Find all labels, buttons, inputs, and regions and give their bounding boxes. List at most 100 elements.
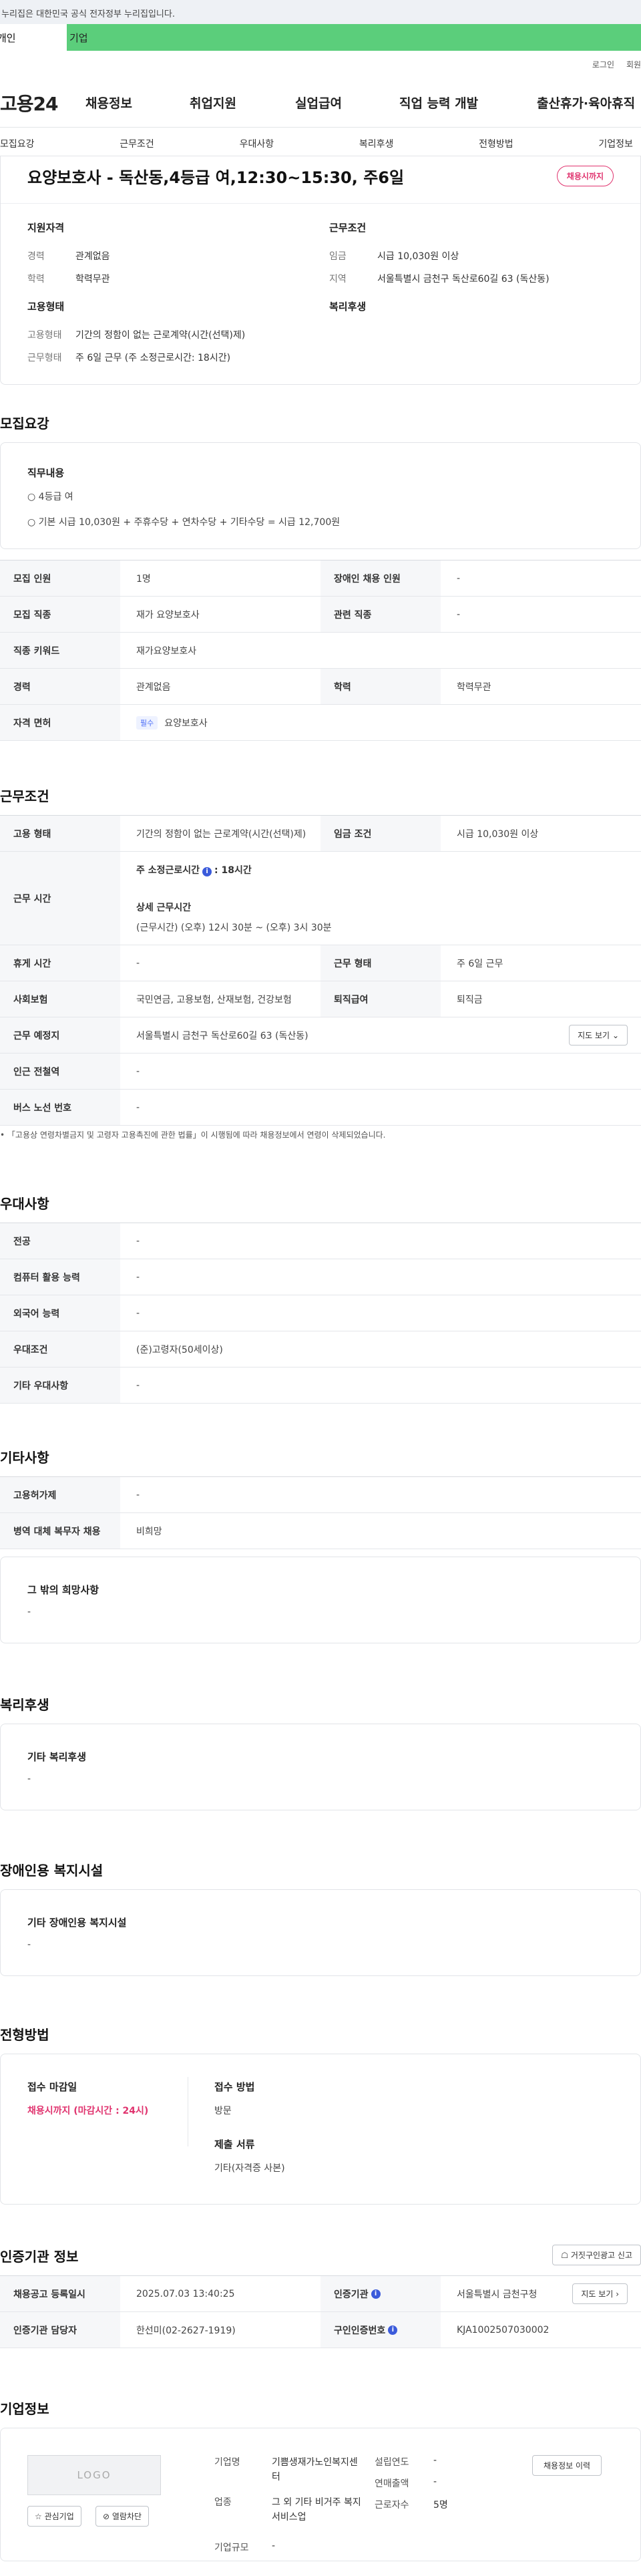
deadline-heading: 접수 마감일 (27, 2081, 77, 2093)
info-icon[interactable]: i (371, 2289, 381, 2299)
report-fake-ad-button[interactable]: ☖ 거짓구인광고 신고 (552, 2245, 641, 2265)
card-divider (1, 203, 640, 204)
company-biz-key: 업종 (214, 2497, 232, 2508)
welfare-section-title: 복리후생 (0, 1697, 49, 1713)
cond-key: 지역 (329, 274, 347, 285)
row-header: 고용 형태 (0, 816, 120, 851)
company-logo: LOGO (27, 2455, 161, 2495)
site-logo[interactable]: 고용24 (0, 90, 58, 116)
cond-key: 임금 (329, 251, 347, 262)
company-founded-value: - (433, 2455, 437, 2466)
table-row: 자격 면허 필수 요양보호사 (0, 705, 641, 741)
info-icon[interactable]: i (202, 866, 212, 876)
conditions-heading: 근무조건 (329, 222, 367, 234)
cert-table: 채용공고 등록일시 2025.07.03 13:40:25 인증기관 i 서울특별… (0, 2275, 641, 2348)
required-chip: 필수 (136, 715, 158, 730)
etc-section-title: 기타사항 (0, 1450, 49, 1466)
row-header: 채용공고 등록일시 (0, 2276, 120, 2311)
tab-work[interactable]: 근무조건 (120, 137, 154, 150)
company-emp-value: 5명 (433, 2500, 448, 2511)
row-value: - (136, 1102, 140, 1113)
row-value: 퇴직금 (457, 994, 483, 1005)
job-title: 요양보호사 - 독산동,4등급 여,12:30~15:30, 주6일 (27, 168, 405, 187)
row-header: 퇴직급여 (320, 981, 441, 1017)
company-size-key: 기업규모 (214, 2543, 249, 2553)
table-row: 고용허가제 - (0, 1477, 641, 1513)
signup-link[interactable]: 회원가입 (626, 59, 641, 70)
license-value: 요양보호사 (164, 717, 208, 729)
row-header: 전공 (0, 1223, 120, 1259)
tab-recruit[interactable]: 모집요강 (0, 137, 35, 150)
weekly-hours-label: 주 소정근로시간 (136, 864, 200, 876)
tab-business[interactable]: 기업 (67, 24, 134, 51)
nav-divider (0, 127, 641, 128)
table-row: 인근 전철역 - (0, 1054, 641, 1090)
company-sales-value: - (433, 2476, 437, 2487)
chevron-right-icon: › (616, 2289, 619, 2299)
org-map-button-label: 지도 보기 (581, 2289, 614, 2299)
weekly-hours: 주 소정근로시간 i: 18시간 (136, 863, 252, 876)
org-cell: 서울특별시 금천구청 지도 보기 › (441, 2276, 641, 2311)
nav-training[interactable]: 직업 능력 개발 (399, 94, 537, 112)
row-header: 관련 직종 (320, 597, 441, 632)
welfare-value: - (27, 1774, 31, 1784)
welfare-summary-block: 복리후생 (329, 299, 366, 313)
age-notice: • 「고용상 연령차별금지 및 고령자 고용촉진에 관한 법률」이 시행됨에 따… (0, 1130, 386, 1140)
nav-jobs[interactable]: 채용정보 (85, 94, 190, 112)
job-history-button[interactable]: 채용정보 이력 (532, 2455, 602, 2476)
map-button-label: 지도 보기 (578, 1031, 610, 1040)
table-row: 병역 대체 복무자 채용 비희망 (0, 1513, 641, 1549)
section-tabs: 모집요강 근무조건 우대사항 복리후생 전형방법 기업정보 (0, 137, 641, 150)
recruit-table: 모집 인원 1명 장애인 채용 인원 - 모집 직종 재가 요양보호사 관련 직… (0, 560, 641, 741)
row-header: 모집 인원 (0, 560, 120, 596)
docs-value: 기타(자격증 사본) (214, 2163, 285, 2174)
row-value: 관계없음 (136, 681, 171, 693)
info-icon[interactable]: i (388, 2325, 398, 2335)
tab-company[interactable]: 기업정보 (598, 137, 633, 150)
table-row: 근무 시간 주 소정근로시간 i: 18시간 상세 근무시간 (근무시간) (오후… (0, 852, 641, 945)
favorite-company-button[interactable]: ☆ 관심기업 (27, 2506, 81, 2527)
row-header: 구인인증번호 i (320, 2312, 441, 2348)
employment-heading: 고용형태 (27, 301, 65, 313)
work-section-title: 근무조건 (0, 788, 49, 804)
row-header: 학력 (320, 669, 441, 704)
block-view-button[interactable]: ⊘ 열람차단 (95, 2506, 150, 2527)
work-time-cell: 주 소정근로시간 i: 18시간 상세 근무시간 (근무시간) (오후) 12시 … (120, 852, 641, 945)
nav-unemployment[interactable]: 실업급여 (295, 94, 399, 112)
tab-welfare[interactable]: 복리후생 (359, 137, 394, 150)
company-name-key: 기업명 (214, 2457, 240, 2468)
tab-pref[interactable]: 우대사항 (240, 137, 274, 150)
nav-employment-support[interactable]: 취업지원 (190, 94, 295, 112)
emp-value: 기간의 정함이 없는 근로계약(시간(선택)제) (75, 330, 246, 341)
company-emp-key: 근로자수 (375, 2500, 409, 2511)
table-row: 인증기관 담당자 한선미(02-2627-1919) 구인인증번호 i KJA10… (0, 2312, 641, 2348)
row-header: 장애인 채용 인원 (320, 560, 441, 596)
table-row: 휴게 시간 - 근무 형태 주 6일 근무 (0, 945, 641, 981)
table-row: 컴퓨터 활용 능력 - (0, 1259, 641, 1295)
duty-line: ○ 기본 시급 10,030원 + 주휴수당 + 연차수당 + 기타수당 = 시… (27, 517, 341, 528)
gov-banner: 이 누리집은 대한민국 공식 전자정부 누리집입니다. (0, 0, 641, 24)
welfare-box: 기타 복리후생 - (0, 1724, 641, 1810)
table-row: 우대조건 (준)고령자(50세이상) (0, 1331, 641, 1367)
map-button[interactable]: 지도 보기 ⌄ (569, 1025, 628, 1045)
qual-key: 경력 (27, 251, 45, 262)
tab-selection[interactable]: 전형방법 (479, 137, 513, 150)
company-size-value: - (272, 2541, 276, 2551)
top-links: 로그인 회원가입 (592, 59, 641, 70)
pref-table: 전공 - 컴퓨터 활용 능력 - 외국어 능력 - 우대조건 (준)고령자(50세이상)… (0, 1223, 641, 1404)
docs-heading: 제출 서류 (214, 2138, 255, 2150)
age-notice-text: 「고용상 연령차별금지 및 고령자 고용촉진에 관한 법률」이 시행됨에 따라 … (7, 1130, 386, 1140)
login-link[interactable]: 로그인 (592, 59, 614, 70)
nav-maternity[interactable]: 출산휴가·육아휴직 (537, 94, 635, 112)
org-header-label: 인증기관 (334, 2289, 369, 2300)
table-row: 전공 - (0, 1223, 641, 1259)
tab-person[interactable]: 개인 (0, 24, 67, 51)
qualification-block: 지원자격 경력 관계없음 학력 학력무관 (27, 220, 110, 285)
row-value: 시급 10,030원 이상 (457, 828, 539, 840)
duty-box: 직무내용 ○ 4등급 여 ○ 기본 시급 10,030원 + 주휴수당 + 연차… (0, 442, 641, 549)
row-value: KJA1002507030002 (457, 2324, 550, 2336)
emp-key: 근무형태 (27, 353, 62, 363)
row-value: 2025.07.03 13:40:25 (136, 2288, 235, 2299)
company-name-value: 기쁨생재가노인복지센터 (272, 2457, 358, 2482)
org-map-button[interactable]: 지도 보기 › (572, 2283, 628, 2304)
